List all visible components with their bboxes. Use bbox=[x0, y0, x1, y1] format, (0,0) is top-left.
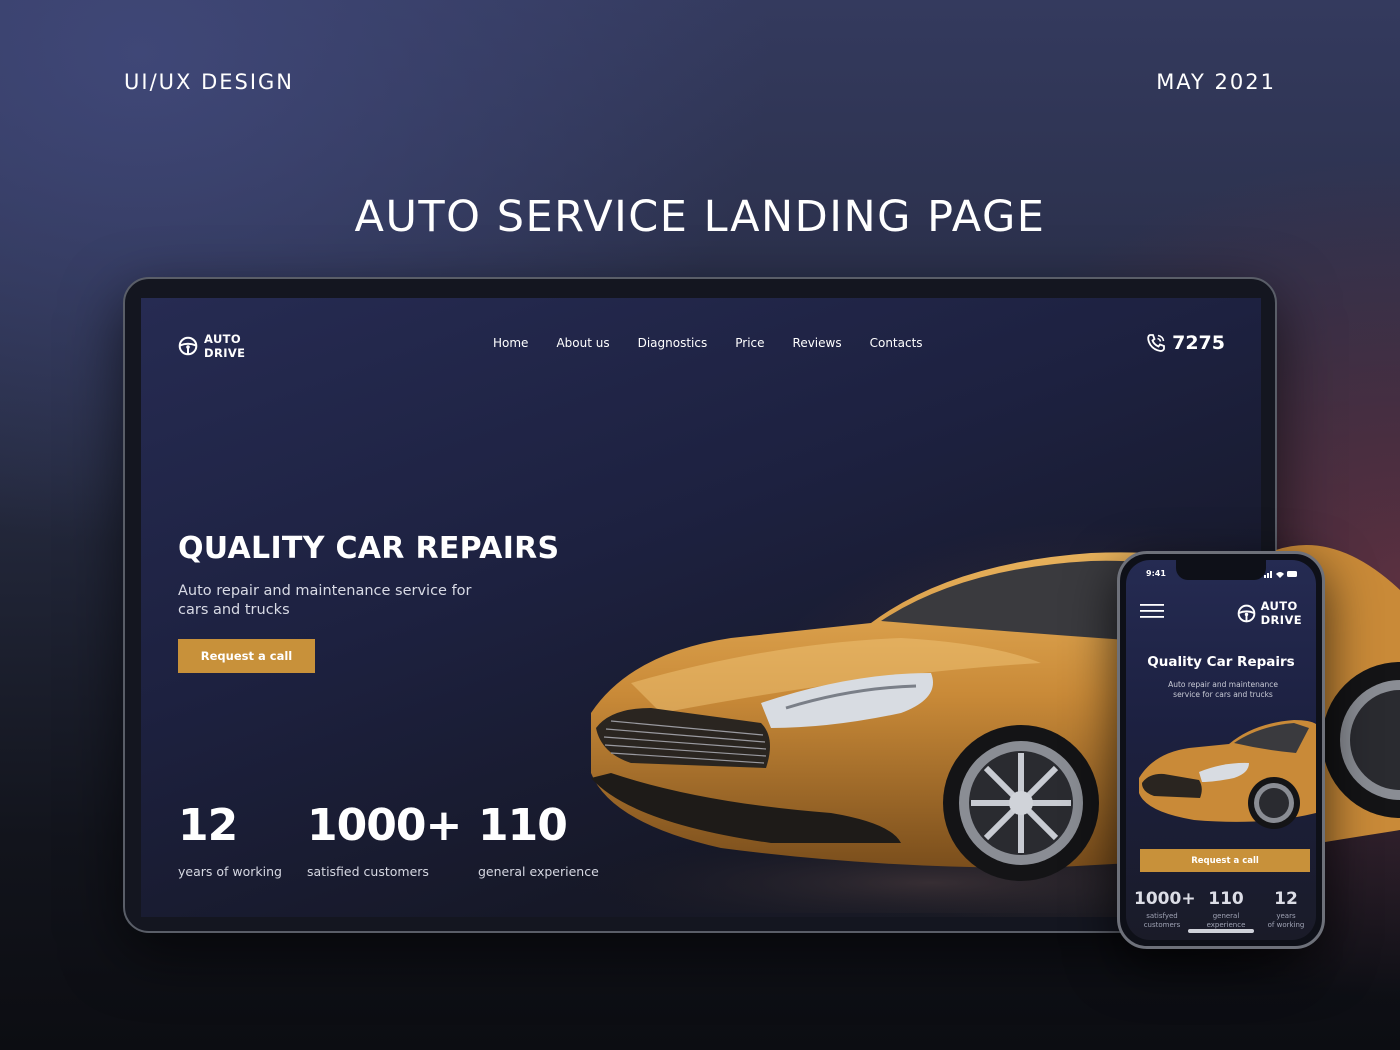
nav-reviews[interactable]: Reviews bbox=[793, 336, 842, 350]
mobile-request-call-button[interactable]: Request a call bbox=[1140, 849, 1310, 872]
status-icons bbox=[1264, 571, 1297, 578]
stat-label-line2: of working bbox=[1267, 921, 1305, 929]
page-title: AUTO SERVICE LANDING PAGE bbox=[354, 192, 1046, 242]
mobile-hero-title: Quality Car Repairs bbox=[1147, 654, 1295, 670]
stat-label: years of working bbox=[178, 864, 282, 879]
phone-screen: 9:41 AUTO DRIVE Quality Car Repairs Auto… bbox=[1126, 560, 1316, 940]
home-indicator bbox=[1188, 929, 1254, 933]
logo-line1: AUTO bbox=[1260, 599, 1298, 613]
stat-value: 12 bbox=[1274, 889, 1298, 909]
nav-about[interactable]: About us bbox=[556, 336, 609, 350]
stat-value: 1000+ bbox=[1134, 889, 1196, 909]
mobile-logo[interactable]: AUTO DRIVE bbox=[1237, 599, 1302, 627]
stat-label-line2: customers bbox=[1143, 921, 1181, 929]
stat-label: general experience bbox=[478, 864, 599, 879]
stat-value: 1000+ bbox=[307, 800, 462, 851]
hero-subtitle: Auto repair and maintenance service for … bbox=[178, 583, 472, 618]
hero-title: QUALITY CAR REPAIRS bbox=[178, 531, 560, 566]
logo-line1: AUTO bbox=[204, 332, 242, 346]
phone-mockup: 9:41 AUTO DRIVE Quality Car Repairs Auto… bbox=[1117, 551, 1325, 949]
logo-line2: DRIVE bbox=[1260, 613, 1302, 627]
mobile-stat-years: 12 years of working bbox=[1260, 889, 1312, 930]
mobile-car-image bbox=[1139, 720, 1316, 829]
date-label: MAY 2021 bbox=[1156, 70, 1276, 94]
logo-line2: DRIVE bbox=[204, 346, 246, 360]
phone-link[interactable]: 7275 bbox=[1146, 332, 1225, 354]
nav-home[interactable]: Home bbox=[493, 336, 528, 350]
stat-label-line1: general bbox=[1212, 912, 1240, 920]
mobile-stat-experience: 110 general experience bbox=[1198, 889, 1254, 930]
status-time: 9:41 bbox=[1146, 569, 1166, 578]
nav-diagnostics[interactable]: Diagnostics bbox=[638, 336, 708, 350]
stat-value: 12 bbox=[178, 800, 238, 851]
stat-years: 12 years of working bbox=[178, 800, 282, 879]
phone-notch bbox=[1176, 560, 1266, 580]
main-nav: Home About us Diagnostics Price Reviews … bbox=[493, 336, 923, 350]
tablet-mockup: AUTO DRIVE Home About us Diagnostics Pri… bbox=[123, 277, 1277, 933]
mobile-stat-customers: 1000+ satisfyed customers bbox=[1134, 889, 1196, 930]
stat-label-line1: years bbox=[1276, 912, 1296, 920]
phone-number: 7275 bbox=[1172, 332, 1225, 354]
nav-contacts[interactable]: Contacts bbox=[870, 336, 923, 350]
request-call-button[interactable]: Request a call bbox=[178, 639, 315, 673]
steering-wheel-icon bbox=[178, 336, 198, 356]
site-logo[interactable]: AUTO DRIVE bbox=[178, 332, 245, 360]
stat-label: satisfied customers bbox=[307, 864, 429, 879]
stat-label-line1: satisfyed bbox=[1146, 912, 1178, 920]
mobile-hero-subtitle: Auto repair and maintenance service for … bbox=[1168, 680, 1278, 699]
stat-value: 110 bbox=[478, 800, 568, 851]
steering-wheel-icon bbox=[1237, 604, 1255, 622]
stat-customers: 1000+ satisfied customers bbox=[307, 800, 462, 879]
hamburger-menu-icon[interactable] bbox=[1140, 604, 1164, 618]
stat-experience: 110 general experience bbox=[478, 800, 599, 879]
stat-value: 110 bbox=[1208, 889, 1244, 909]
tablet-screen: AUTO DRIVE Home About us Diagnostics Pri… bbox=[141, 298, 1261, 917]
phone-icon bbox=[1147, 334, 1166, 352]
nav-price[interactable]: Price bbox=[735, 336, 764, 350]
category-label: UI/UX DESIGN bbox=[124, 70, 295, 94]
